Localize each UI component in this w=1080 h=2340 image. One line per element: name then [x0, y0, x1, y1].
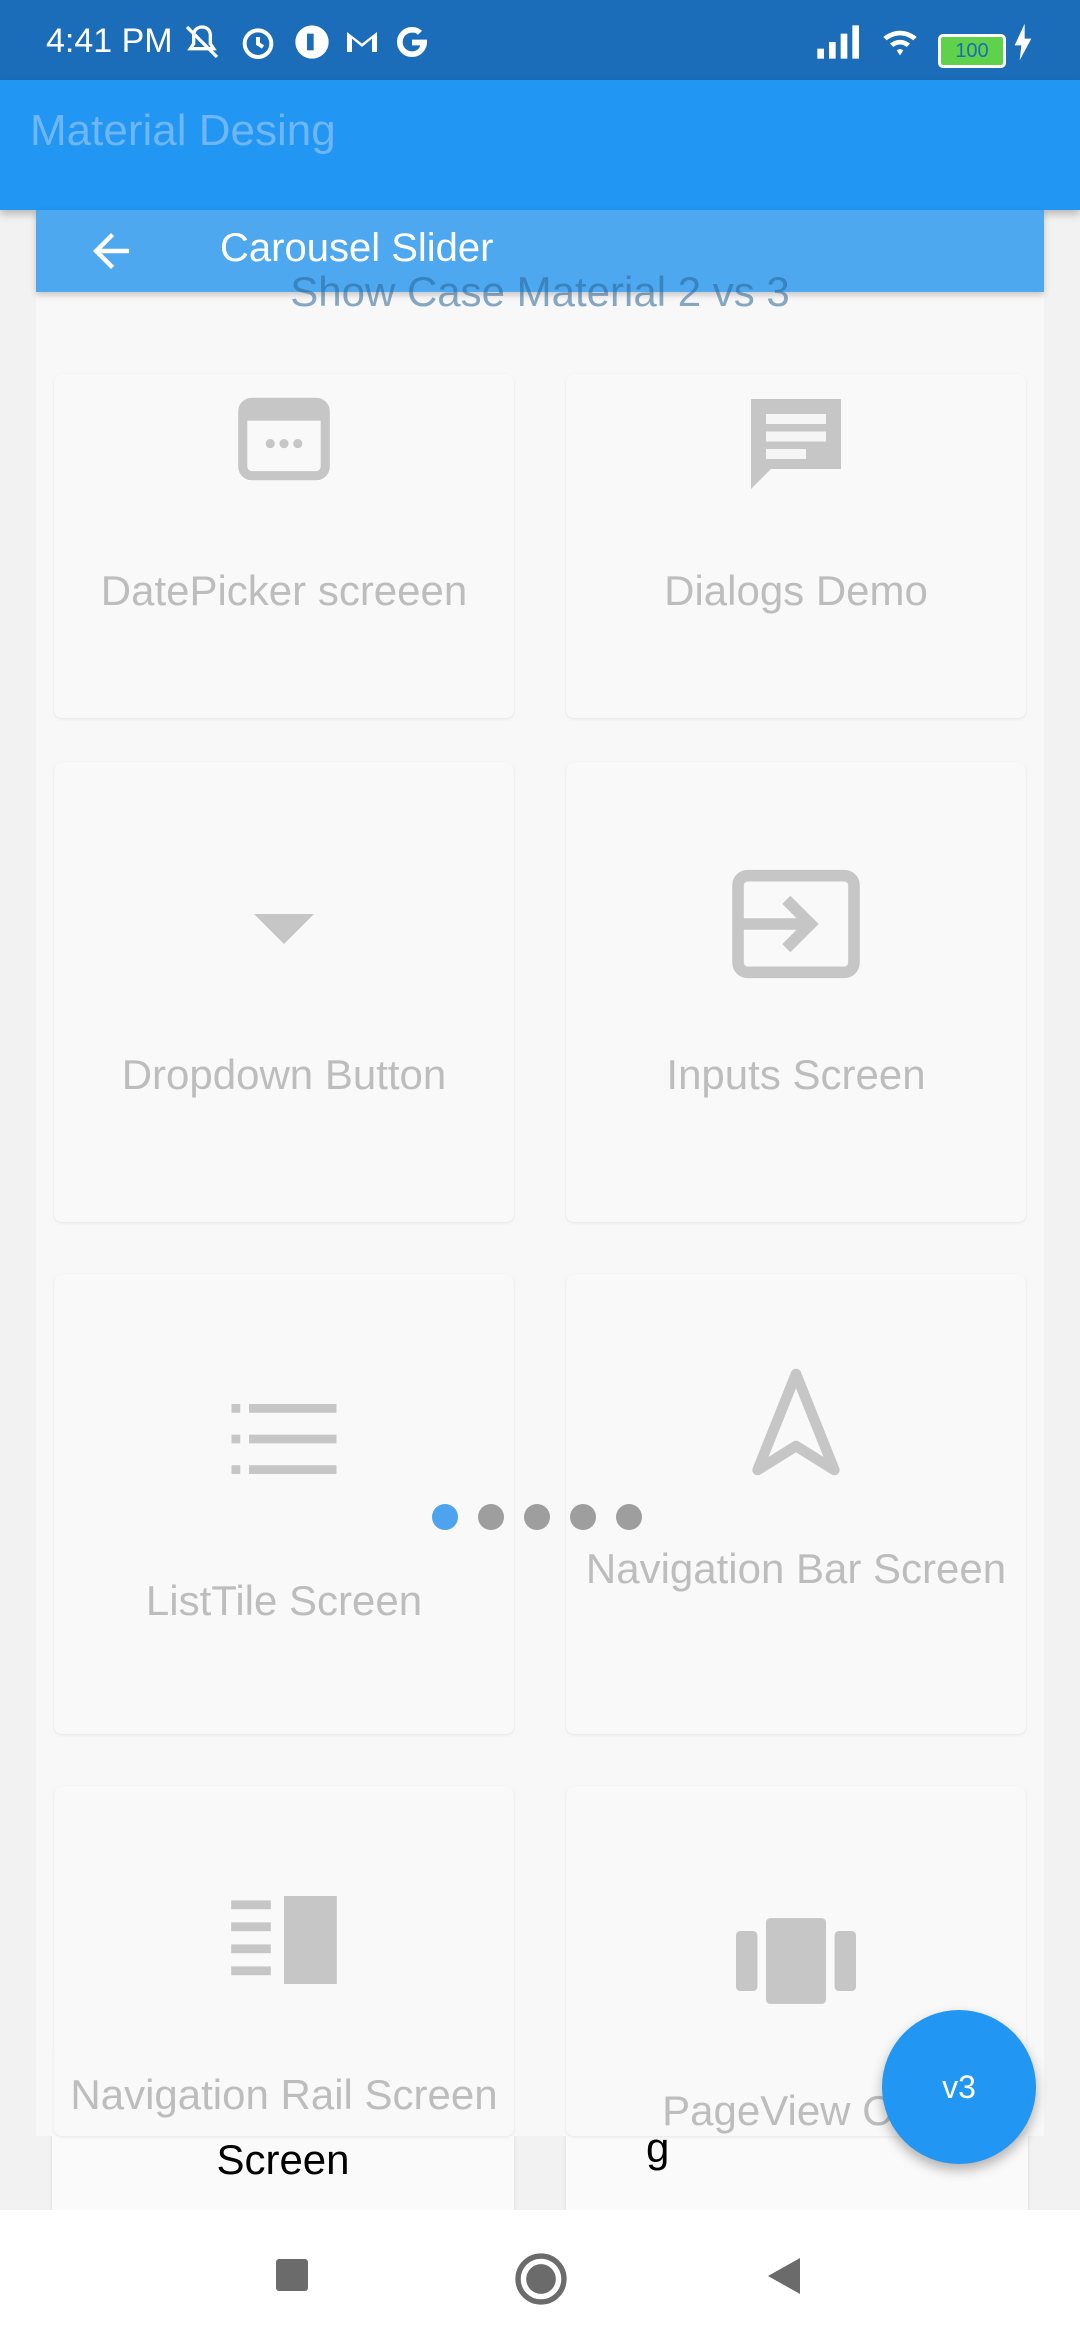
list-icon [231, 1404, 337, 1474]
tile-dropdown[interactable]: Dropdown Button [54, 762, 514, 1222]
navigation-rail-icon [231, 1896, 337, 1984]
fab-label: v3 [942, 2068, 976, 2105]
background-card-label: Screen [216, 2136, 350, 2183]
status-bar: 4:41 PM 100 [0, 0, 1080, 80]
carousel-indicator [432, 1504, 642, 1530]
muted-bell-icon [185, 25, 219, 59]
tile-navigation-rail[interactable]: Navigation Rail Screen [54, 1786, 514, 2136]
home-icon[interactable] [514, 2252, 568, 2306]
system-nav-bar [0, 2210, 1080, 2340]
tile-label: Inputs Screen [666, 1051, 926, 1098]
back-icon[interactable] [764, 2255, 804, 2297]
carousel-dot[interactable] [570, 1504, 596, 1530]
carousel-overlay: DatePicker screeen Dialogs Demo Dropdown… [36, 210, 1044, 2136]
app-notification-icon [295, 25, 329, 59]
recents-icon[interactable] [272, 2255, 312, 2295]
carousel-dot[interactable] [524, 1504, 550, 1530]
charging-icon [1014, 23, 1032, 61]
calendar-icon [238, 397, 330, 481]
status-time: 4:41 PM [46, 22, 173, 60]
input-icon [732, 869, 860, 979]
tile-label: Dialogs Demo [664, 567, 928, 614]
navigation-icon [752, 1368, 840, 1476]
version-fab[interactable]: v3 [882, 2010, 1036, 2164]
alarm-icon [242, 28, 274, 60]
signal-icon [817, 25, 859, 59]
carousel-icon [736, 1918, 856, 2004]
carousel-dot[interactable] [478, 1504, 504, 1530]
tile-datepicker[interactable]: DatePicker screeen [54, 374, 514, 718]
app-title: Material Desing [30, 106, 336, 155]
tile-label: Navigation Rail Screen [70, 2071, 498, 2118]
google-icon [397, 27, 427, 57]
carousel-subtitle: Show Case Material 2 vs 3 [290, 268, 790, 315]
tile-inputs[interactable]: Inputs Screen [566, 762, 1026, 1222]
tile-label: Navigation Bar Screen [585, 1545, 1007, 1592]
message-icon [751, 399, 841, 489]
tile-label: DatePicker screeen [100, 567, 468, 614]
carousel-dot-active[interactable] [432, 1504, 458, 1530]
battery-icon: 100 [938, 34, 1006, 68]
carousel-title: Carousel Slider [220, 226, 494, 270]
wifi-icon [883, 30, 917, 56]
battery-level: 100 [955, 40, 989, 62]
tile-label: Dropdown Button [121, 1051, 447, 1098]
dropdown-arrow-icon [254, 914, 314, 944]
gmail-icon [347, 32, 377, 52]
tile-dialogs[interactable]: Dialogs Demo [566, 374, 1026, 718]
carousel-dot[interactable] [616, 1504, 642, 1530]
app-bar: Material Desing [0, 80, 1080, 210]
tile-label: ListTile Screen [145, 1577, 423, 1624]
